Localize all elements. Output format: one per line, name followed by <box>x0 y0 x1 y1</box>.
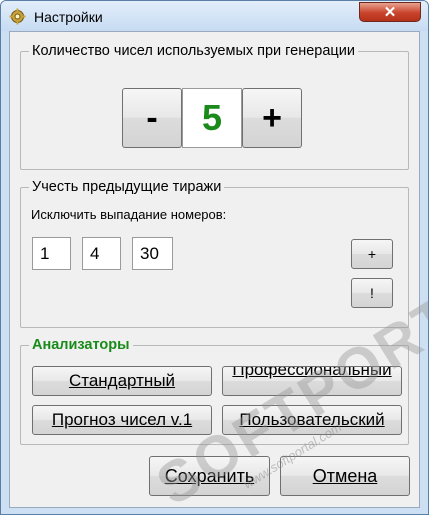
gear-icon <box>9 8 26 25</box>
numbers-count-group: Количество чисел используемых при генера… <box>20 43 409 170</box>
title-bar: Настройки ✕ <box>1 1 428 31</box>
settings-window: Настройки ✕ Количество чисел используемы… <box>0 0 429 515</box>
exclude-numbers-label: Исключить выпадание номеров: <box>31 207 227 222</box>
excluded-number-field[interactable]: 30 <box>132 237 173 270</box>
forecast-analyzer-button[interactable]: Прогноз чисел v.1 <box>32 405 212 435</box>
excluded-number-field[interactable]: 4 <box>82 237 121 270</box>
cancel-button[interactable]: Отмена <box>280 456 410 496</box>
analyzers-legend: Анализаторы <box>29 337 133 353</box>
previous-draws-legend: Учесть предыдущие тиражи <box>29 179 225 195</box>
professional-analyzer-button[interactable]: Профессиональный <box>222 366 402 396</box>
custom-analyzer-button[interactable]: Пользовательский <box>222 405 402 435</box>
analyzers-group: Анализаторы Стандартный Профессиональный… <box>20 337 409 445</box>
previous-draws-group: Учесть предыдущие тиражи Исключить выпад… <box>20 179 409 328</box>
decrement-button[interactable]: - <box>122 88 182 148</box>
numbers-count-value: 5 <box>182 88 242 148</box>
exclusion-info-button[interactable]: ! <box>351 278 393 308</box>
window-title: Настройки <box>34 9 103 25</box>
standard-analyzer-button[interactable]: Стандартный <box>32 366 212 396</box>
add-excluded-number-button[interactable]: + <box>351 239 393 269</box>
dialog-client-area: Количество чисел используемых при генера… <box>9 31 420 508</box>
numbers-count-legend: Количество чисел используемых при генера… <box>29 43 358 59</box>
close-icon: ✕ <box>383 3 397 21</box>
save-button[interactable]: Сохранить <box>149 456 270 496</box>
increment-button[interactable]: + <box>242 88 302 148</box>
close-button[interactable]: ✕ <box>359 2 421 22</box>
excluded-number-field[interactable]: 1 <box>32 237 71 270</box>
